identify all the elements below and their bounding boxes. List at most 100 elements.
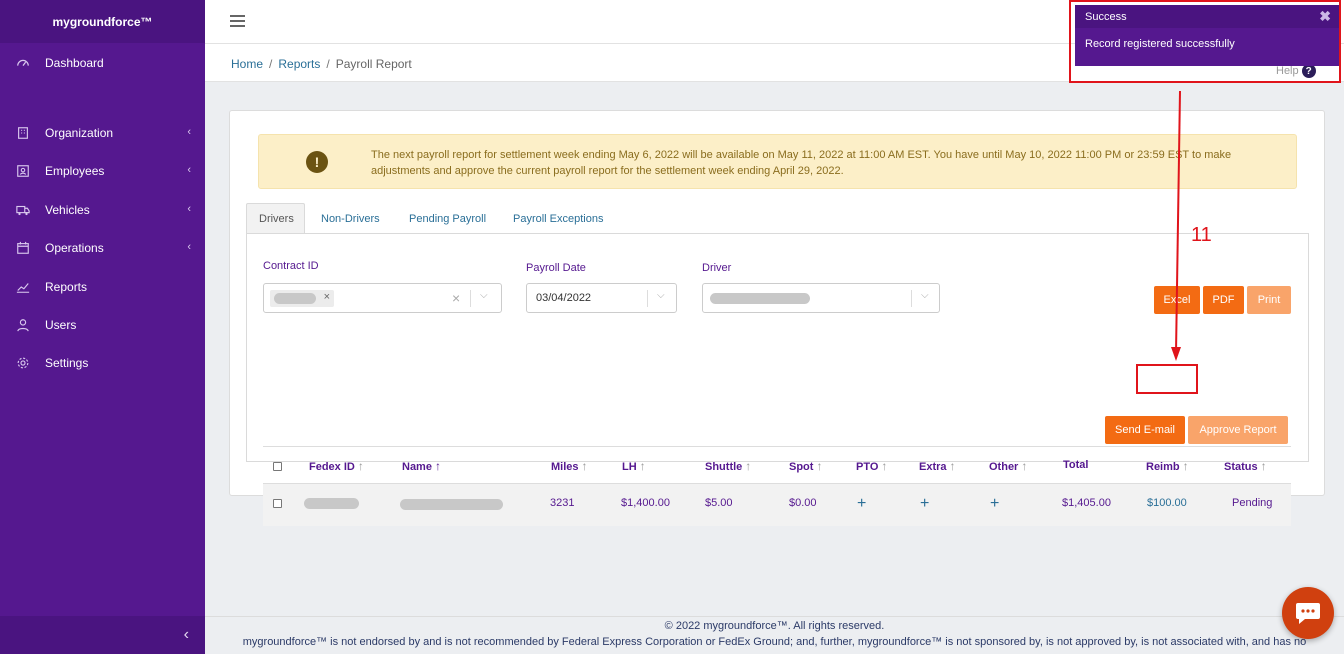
chevron-down-icon[interactable]: ⌵ <box>480 290 488 301</box>
collapse-chevron-icon[interactable]: ‹ <box>184 626 189 644</box>
table-row: 3231 $1,400.00 $5.00 $0.00 + + + $1,405.… <box>263 484 1291 526</box>
alert-text: The next payroll report for settlement w… <box>371 149 1232 177</box>
dashboard-icon <box>16 56 30 70</box>
sort-arrow-icon: ↑ <box>1182 459 1189 473</box>
sidebar: mygroundforce™ Dashboard Organization ‹ … <box>0 0 205 654</box>
truck-icon <box>16 203 30 217</box>
select-divider <box>470 290 471 307</box>
chevron-left-icon: ‹ <box>187 164 191 176</box>
redacted-value <box>710 293 810 304</box>
sort-arrow-icon: ↑ <box>949 459 956 473</box>
contract-chip: × <box>270 290 334 307</box>
breadcrumb-current: Payroll Report <box>335 57 412 71</box>
toast-header: Success ✖ <box>1075 5 1339 28</box>
tab-drivers[interactable]: Drivers <box>246 203 305 234</box>
col-label: Shuttle <box>705 461 743 473</box>
col-label: Fedex ID <box>309 461 355 473</box>
redacted-name <box>400 499 503 510</box>
col-other[interactable]: Other ↑ <box>989 459 1027 473</box>
col-shuttle[interactable]: Shuttle ↑ <box>705 459 751 473</box>
chevron-down-icon[interactable]: ⌵ <box>921 290 929 301</box>
chart-line-icon <box>16 280 30 294</box>
chat-button[interactable] <box>1282 587 1334 639</box>
sidebar-item-settings[interactable]: Settings <box>0 348 205 378</box>
chip-remove-icon[interactable]: × <box>324 291 330 303</box>
sidebar-item-label: Employees <box>45 164 105 178</box>
sidebar-item-label: Operations <box>45 241 104 255</box>
sort-arrow-icon: ↑ <box>881 459 888 473</box>
col-lh[interactable]: LH ↑ <box>622 459 646 473</box>
select-all-checkbox[interactable] <box>273 462 282 471</box>
payroll-date-select[interactable]: 03/04/2022 ⌵ <box>526 283 677 313</box>
close-icon[interactable]: ✖ <box>1319 8 1331 25</box>
col-label: Name <box>402 461 432 473</box>
col-status[interactable]: Status ↑ <box>1224 459 1267 473</box>
tab-pending-payroll[interactable]: Pending Payroll <box>397 203 498 234</box>
sidebar-collapse-bar: ‹ <box>0 616 205 654</box>
col-reimb[interactable]: Reimb ↑ <box>1146 459 1189 473</box>
annotation-number: 11 <box>1191 224 1212 246</box>
breadcrumb-separator: / <box>269 57 273 71</box>
add-pto-icon[interactable]: + <box>857 495 866 513</box>
employees-icon <box>16 164 30 178</box>
success-toast: Success ✖ Record registered successfully <box>1075 5 1339 66</box>
breadcrumb-home[interactable]: Home <box>231 57 263 71</box>
sidebar-item-dashboard[interactable]: Dashboard <box>0 48 205 78</box>
sort-arrow-icon: ↑ <box>745 459 752 473</box>
col-pto[interactable]: PTO ↑ <box>856 459 887 473</box>
sidebar-item-employees[interactable]: Employees ‹ <box>0 156 205 186</box>
cell-lh: $1,400.00 <box>621 497 670 509</box>
toast-title: Success <box>1085 11 1127 23</box>
tab-payroll-exceptions[interactable]: Payroll Exceptions <box>501 203 616 234</box>
sort-arrow-icon: ↑ <box>1021 459 1028 473</box>
chevron-left-icon: ‹ <box>187 203 191 215</box>
chevron-left-icon: ‹ <box>187 126 191 138</box>
sort-arrow-icon: ↑ <box>357 459 364 473</box>
add-other-icon[interactable]: + <box>990 495 999 513</box>
payroll-notice-alert: ! The next payroll report for settlement… <box>258 134 1297 189</box>
approve-report-button[interactable]: Approve Report <box>1188 416 1288 444</box>
col-miles[interactable]: Miles ↑ <box>551 459 588 473</box>
sidebar-item-reports[interactable]: Reports <box>0 272 205 302</box>
col-total: Total <box>1063 459 1088 471</box>
sidebar-item-users[interactable]: Users <box>0 310 205 340</box>
contract-id-select[interactable]: × × ⌵ <box>263 283 502 313</box>
payroll-date-label: Payroll Date <box>526 262 586 274</box>
col-label: Spot <box>789 461 814 473</box>
footer-disclaimer: mygroundforce™ is not endorsed by and is… <box>242 636 1307 648</box>
driver-label: Driver <box>702 262 732 274</box>
hamburger-menu-icon[interactable] <box>230 15 245 27</box>
sidebar-item-operations[interactable]: Operations ‹ <box>0 233 205 263</box>
col-fedex-id[interactable]: Fedex ID ↑ <box>309 459 364 473</box>
col-name[interactable]: Name ↑ <box>402 459 441 473</box>
brand-logo: mygroundforce™ <box>0 0 205 43</box>
select-divider <box>647 290 648 307</box>
footer-copyright: © 2022 mygroundforce™. All rights reserv… <box>664 620 885 632</box>
sidebar-item-label: Reports <box>45 280 88 294</box>
drivers-panel: Contract ID × × ⌵ Payroll Date 03/04/202… <box>246 233 1309 526</box>
cell-spot: $0.00 <box>789 497 817 509</box>
sidebar-item-organization[interactable]: Organization ‹ <box>0 118 205 148</box>
chevron-left-icon: ‹ <box>187 241 191 253</box>
breadcrumb: Home / Reports / Payroll Report <box>231 57 412 71</box>
sidebar-item-vehicles[interactable]: Vehicles ‹ <box>0 195 205 225</box>
col-extra[interactable]: Extra ↑ <box>919 459 956 473</box>
chevron-down-icon[interactable]: ⌵ <box>657 290 665 301</box>
add-extra-icon[interactable]: + <box>920 495 929 513</box>
breadcrumb-reports[interactable]: Reports <box>278 57 320 71</box>
clear-icon[interactable]: × <box>452 290 460 306</box>
sidebar-item-label: Settings <box>45 356 89 370</box>
col-label: Total <box>1063 459 1089 471</box>
col-label: LH <box>622 461 637 473</box>
reimb-link[interactable]: $100.00 <box>1147 497 1187 509</box>
tab-non-drivers[interactable]: Non-Drivers <box>309 203 392 234</box>
col-label: Miles <box>551 461 579 473</box>
row-checkbox[interactable] <box>273 499 282 508</box>
pdf-button[interactable]: PDF <box>1203 286 1244 314</box>
col-spot[interactable]: Spot ↑ <box>789 459 822 473</box>
print-button[interactable]: Print <box>1247 286 1291 314</box>
payroll-date-value: 03/04/2022 <box>536 292 592 304</box>
driver-select[interactable]: ⌵ <box>702 283 940 313</box>
organization-icon <box>16 126 30 140</box>
send-email-button[interactable]: Send E-mail <box>1105 416 1185 444</box>
